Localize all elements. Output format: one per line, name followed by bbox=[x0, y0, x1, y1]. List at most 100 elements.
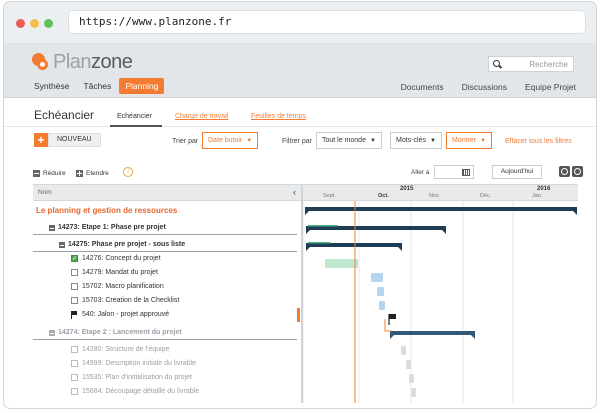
info-icon[interactable]: i bbox=[123, 167, 133, 177]
nav-discussions[interactable]: Discussions bbox=[462, 82, 507, 92]
goto-label: Aller à bbox=[411, 169, 430, 176]
task-row[interactable]: 540: Jalon - projet approuvé bbox=[33, 308, 297, 322]
calendar-icon[interactable] bbox=[462, 169, 470, 176]
month-label: Déc. bbox=[480, 193, 492, 199]
address-bar[interactable]: https://www.planzone.fr bbox=[68, 10, 586, 34]
sub-header: Echéancier Echéancier Charge de travail … bbox=[4, 99, 596, 127]
task-bar bbox=[325, 259, 358, 268]
zoom-in-icon[interactable] bbox=[559, 166, 570, 177]
task-bar bbox=[379, 301, 385, 310]
task-row[interactable]: 15535: Plan d'initialisation du projet bbox=[33, 371, 297, 385]
summary-bar-cap bbox=[390, 335, 394, 339]
show-dropdown[interactable]: Montrer ▼ bbox=[446, 132, 493, 149]
task-bar bbox=[401, 346, 406, 355]
summary-bar bbox=[306, 226, 446, 230]
task-row[interactable]: 14280: Structure de l'équipe bbox=[33, 343, 297, 357]
collapse-toggle-icon[interactable] bbox=[59, 242, 65, 248]
add-button[interactable]: + bbox=[34, 133, 48, 147]
sort-dropdown[interactable]: Date butoir ▼ bbox=[202, 132, 259, 149]
nav-synthese[interactable]: Synthèse bbox=[28, 78, 75, 94]
collapse-toggle-icon[interactable] bbox=[49, 330, 55, 336]
gantt-chart: Nom ‹ Le planning et gestion de ressourc… bbox=[33, 184, 578, 403]
logo-mark-icon bbox=[32, 53, 50, 71]
task-row[interactable]: 14275: Phase pre projet - sous liste bbox=[33, 238, 297, 252]
task-row[interactable]: 14276: Concept du projet bbox=[33, 252, 297, 266]
task-label: Le planning et gestion de ressources bbox=[36, 206, 178, 215]
task-checkbox[interactable] bbox=[71, 252, 78, 266]
filter-value: Tout le monde bbox=[322, 137, 366, 144]
task-label: 540: Jalon - projet approuvé bbox=[82, 311, 170, 318]
summary-bar-cap bbox=[306, 230, 310, 234]
chevron-left-icon[interactable]: ‹ bbox=[293, 187, 296, 197]
browser-chrome: https://www.planzone.fr bbox=[4, 2, 596, 44]
browser-window: https://www.planzone.fr Planzone Recherc… bbox=[3, 1, 597, 409]
task-bar bbox=[409, 374, 414, 383]
expand-all-icon[interactable] bbox=[76, 170, 83, 177]
clear-filters-link[interactable]: Effacer tous les filtres bbox=[505, 138, 572, 145]
tab-charge-de-travail[interactable]: Charge de travail bbox=[175, 113, 228, 120]
task-checkbox[interactable] bbox=[71, 283, 78, 290]
collapse-all-icon[interactable] bbox=[33, 170, 40, 177]
page-title: Echéancier bbox=[34, 108, 95, 122]
summary-bar bbox=[305, 207, 577, 211]
task-row[interactable]: 14273: Etape 1: Phase pre projet bbox=[33, 221, 297, 235]
task-label: 14273: Etape 1: Phase pre projet bbox=[58, 224, 166, 231]
task-label: 15684: Découpage détaillé du livrable bbox=[82, 388, 200, 395]
summary-bar bbox=[390, 331, 475, 335]
close-window-button[interactable] bbox=[16, 19, 25, 28]
task-checkbox[interactable] bbox=[71, 269, 78, 276]
nav-planning[interactable]: Planning bbox=[119, 78, 165, 94]
progress-line bbox=[308, 225, 338, 227]
milestone-flag-icon bbox=[71, 311, 78, 319]
collapse-toggle-icon[interactable] bbox=[49, 225, 55, 231]
selected-row-marker bbox=[297, 308, 300, 322]
milestone-flag-icon bbox=[389, 314, 396, 319]
search-placeholder: Recherche bbox=[529, 60, 568, 69]
task-checkbox[interactable] bbox=[71, 360, 78, 367]
timeline-area[interactable] bbox=[303, 201, 578, 403]
summary-bar-cap bbox=[573, 211, 577, 215]
filter-dropdown[interactable]: Tout le monde ▼ bbox=[316, 132, 382, 149]
logo-text: Planzone bbox=[53, 50, 133, 73]
task-row[interactable]: 14279: Mandat du projet bbox=[33, 266, 297, 280]
task-row[interactable]: Le planning et gestion de ressources bbox=[33, 204, 297, 218]
task-row[interactable]: 14999: Description initiale du livrable bbox=[33, 357, 297, 371]
nav-taches[interactable]: Tâches bbox=[77, 78, 117, 94]
task-row[interactable]: 15684: Découpage détaillé du livrable bbox=[33, 385, 297, 399]
task-row[interactable]: 14274: Etape 2 : Lancement du projet bbox=[33, 326, 297, 340]
maximize-window-button[interactable] bbox=[44, 19, 53, 28]
month-label: Oct. bbox=[378, 193, 389, 199]
nav-documents[interactable]: Documents bbox=[401, 82, 444, 92]
task-checkbox[interactable] bbox=[71, 388, 78, 395]
expand-all-button[interactable]: Etendre bbox=[86, 170, 109, 177]
tab-feuilles-de-temps[interactable]: Feuilles de temps bbox=[251, 113, 306, 120]
minimize-window-button[interactable] bbox=[30, 19, 39, 28]
search-icon bbox=[493, 60, 500, 67]
summary-bar-cap bbox=[306, 247, 310, 251]
task-label: 15703: Creation de la Checklist bbox=[82, 297, 180, 304]
sort-label: Trier par bbox=[172, 138, 199, 145]
goto-date-input[interactable] bbox=[434, 165, 474, 179]
summary-bar-cap bbox=[398, 247, 402, 251]
new-button[interactable]: NOUVEAU bbox=[48, 133, 101, 147]
task-checkbox[interactable] bbox=[71, 297, 78, 304]
search-input[interactable]: Recherche bbox=[488, 56, 574, 72]
task-label: 14276: Concept du projet bbox=[82, 255, 161, 262]
planzone-logo[interactable]: Planzone bbox=[32, 50, 133, 74]
task-row[interactable]: 15703: Creation de la Checklist bbox=[33, 294, 297, 308]
collapse-all-button[interactable]: Réduire bbox=[43, 170, 66, 177]
month-label: Jan. bbox=[532, 193, 543, 199]
keywords-value: Mots-clés bbox=[396, 137, 426, 144]
task-checkbox[interactable] bbox=[71, 374, 78, 381]
task-checkbox[interactable] bbox=[71, 346, 78, 353]
keywords-dropdown[interactable]: Mots-clés ▼ bbox=[390, 132, 442, 149]
task-row[interactable]: 15702: Macro planification bbox=[33, 280, 297, 294]
today-button[interactable]: Aujourd'hui bbox=[492, 165, 542, 179]
nav-equipe-projet[interactable]: Equipe Projet bbox=[525, 82, 576, 92]
tab-echeancier[interactable]: Echéancier bbox=[117, 113, 152, 120]
task-list: Le planning et gestion de ressources 1427… bbox=[33, 201, 301, 403]
zoom-out-icon[interactable] bbox=[572, 166, 583, 177]
app-header: Planzone Recherche Synthèse Tâches Plann… bbox=[4, 44, 596, 98]
summary-bar-cap bbox=[471, 335, 475, 339]
dependency-link bbox=[384, 319, 391, 332]
